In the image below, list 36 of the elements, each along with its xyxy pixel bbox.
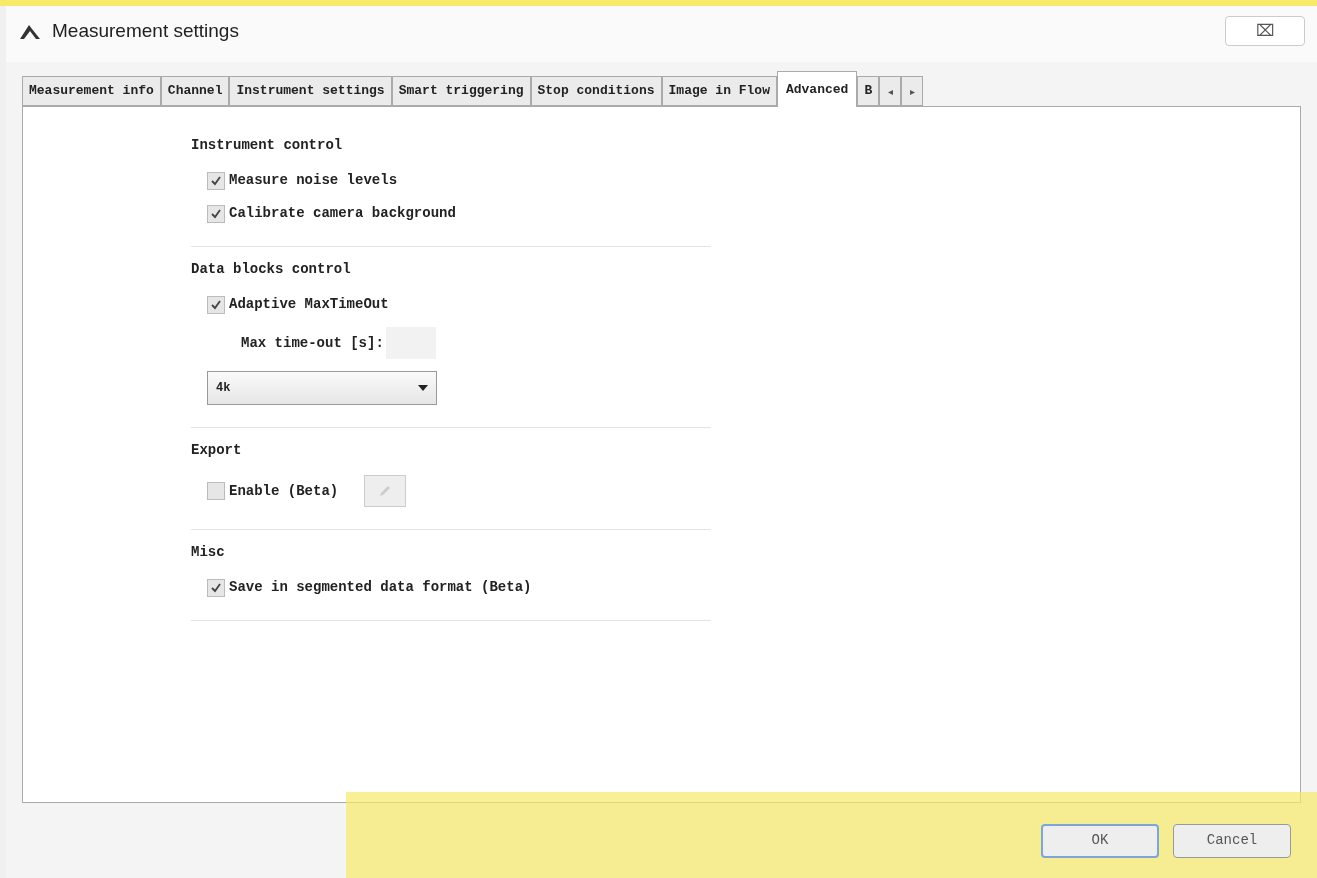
section-heading: Data blocks control <box>191 260 352 279</box>
checkbox-label: Adaptive MaxTimeOut <box>229 295 389 314</box>
checkbox[interactable] <box>207 578 225 597</box>
dialog-button[interactable]: Cancel <box>1173 823 1291 858</box>
tab[interactable]: Image in Flow <box>661 76 777 106</box>
checkbox[interactable] <box>207 295 225 314</box>
field-label: Max time-out [s]: <box>241 333 384 353</box>
tab[interactable]: Channel <box>160 76 230 106</box>
check-icon <box>210 174 222 187</box>
section-heading: Misc <box>191 543 226 562</box>
checkbox-label: Calibrate camera background <box>229 204 456 223</box>
tab-scroll-button[interactable]: ▸ <box>901 76 924 106</box>
tab[interactable]: Advanced <box>776 71 858 107</box>
checkbox-label: Enable (Beta) <box>229 481 339 501</box>
tab-scroll-button[interactable]: ◂ <box>879 76 902 106</box>
tab[interactable]: Smart triggering <box>391 76 531 106</box>
tab[interactable]: Measurement info <box>22 76 161 106</box>
dialog-button[interactable]: OK <box>1041 823 1159 858</box>
checkbox-label: Measure noise levels <box>229 171 398 190</box>
close-button[interactable]: ⌧ <box>1225 16 1305 46</box>
section-heading: Export <box>191 441 243 460</box>
check-icon <box>210 207 222 220</box>
section-heading: Instrument control <box>191 136 344 155</box>
tab[interactable]: Instrument settings <box>229 76 392 106</box>
check-icon <box>210 298 222 311</box>
window-title: Measurement settings <box>52 18 239 43</box>
checkbox[interactable] <box>207 204 225 223</box>
checkbox-label: Save in segmented data format (Beta) <box>229 578 532 597</box>
pencil-icon <box>378 484 393 498</box>
dropdown[interactable]: 4k <box>207 371 437 405</box>
caret-icon <box>418 385 428 391</box>
check-icon <box>210 581 222 594</box>
checkbox[interactable] <box>207 171 225 190</box>
tab[interactable]: B <box>857 76 880 106</box>
checkbox[interactable] <box>207 482 225 500</box>
tab[interactable]: Stop conditions <box>530 76 662 106</box>
